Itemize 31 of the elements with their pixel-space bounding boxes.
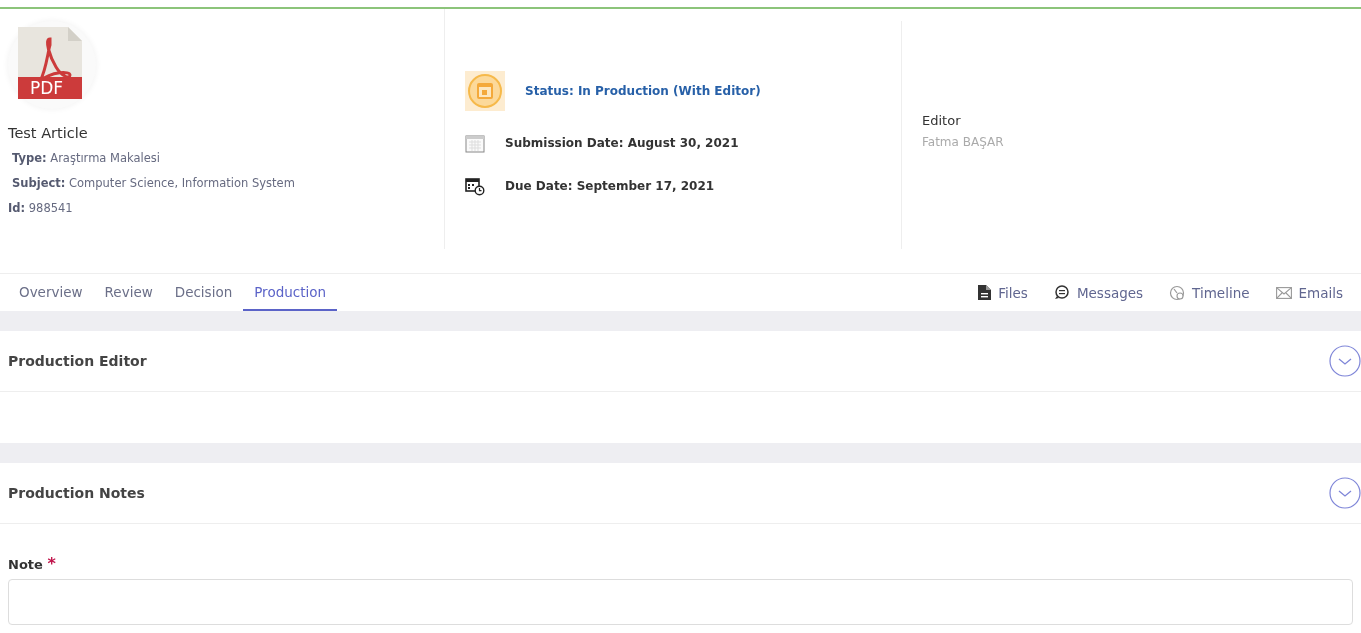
editor-name: Fatma BAŞAR bbox=[922, 135, 1005, 149]
pdf-file-icon bbox=[18, 27, 82, 99]
clock-icon bbox=[1169, 284, 1186, 301]
toolbar-link[interactable]: Messages bbox=[1053, 274, 1144, 311]
toolbar-link[interactable]: Timeline bbox=[1169, 274, 1250, 311]
editor-heading: Editor bbox=[922, 113, 962, 128]
article-meta: Type: Araştırma Makalesi bbox=[12, 151, 160, 165]
tab[interactable]: Decision bbox=[163, 274, 244, 311]
pdf-label: PDF bbox=[30, 79, 64, 97]
article-meta: Id: 988541 bbox=[8, 201, 73, 215]
article-title: Test Article bbox=[8, 125, 89, 141]
calendar-clock-icon bbox=[465, 176, 485, 196]
required-mark: * bbox=[47, 554, 56, 573]
panel-title: Production Notes bbox=[8, 485, 145, 501]
tab[interactable]: Review bbox=[93, 274, 164, 311]
status-text: Status: In Production (With Editor) bbox=[525, 84, 761, 98]
chevron-down-icon[interactable] bbox=[1329, 477, 1361, 509]
toolbar-link[interactable]: Emails bbox=[1275, 274, 1343, 311]
chat-bubble-icon bbox=[1053, 285, 1070, 300]
date-text: Submission Date: August 30, 2021 bbox=[505, 136, 739, 150]
field-label: Note bbox=[8, 557, 43, 572]
calendar-icon bbox=[465, 133, 485, 153]
tab[interactable]: Overview bbox=[8, 274, 94, 311]
article-meta: Subject: Computer Science, Information System bbox=[12, 176, 295, 190]
chevron-down-icon[interactable] bbox=[1329, 345, 1361, 377]
panel-title: Production Editor bbox=[8, 353, 147, 369]
toolbar-link[interactable]: Files bbox=[978, 274, 1028, 311]
envelope-icon bbox=[1275, 286, 1292, 299]
status-icon bbox=[465, 71, 505, 111]
document-icon bbox=[978, 285, 992, 300]
date-text: Due Date: September 17, 2021 bbox=[505, 179, 715, 193]
